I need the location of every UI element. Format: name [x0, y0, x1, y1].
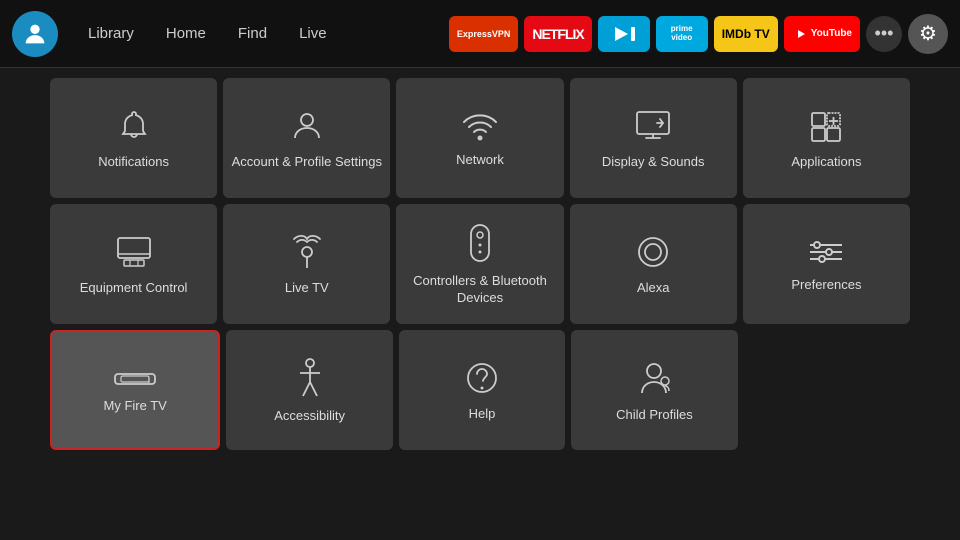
topbar: Library Home Find Live ExpressVPN NETFLI…	[0, 0, 960, 68]
bell-icon	[116, 108, 152, 144]
grid-cell-accessibility[interactable]: Accessibility	[226, 330, 392, 450]
display-sounds-label: Display & Sounds	[602, 154, 705, 171]
avatar[interactable]	[12, 11, 58, 57]
app-imdb[interactable]: IMDb TV	[714, 16, 778, 52]
help-label: Help	[469, 406, 496, 423]
grid-row-3: My Fire TV Accessibility	[50, 330, 910, 450]
nav-find[interactable]: Find	[224, 19, 281, 48]
accessibility-label: Accessibility	[274, 408, 345, 425]
account-profile-label: Account & Profile Settings	[232, 154, 382, 171]
nav-home[interactable]: Home	[152, 19, 220, 48]
firestick-icon	[113, 368, 157, 388]
app-icons: ExpressVPN NETFLIX primevideo IMDb TV Yo…	[449, 14, 948, 54]
grid-cell-help[interactable]: Help	[399, 330, 565, 450]
accessibility-icon	[295, 358, 325, 398]
live-tv-label: Live TV	[285, 280, 329, 297]
grid-cell-network[interactable]: Network	[396, 78, 563, 198]
network-label: Network	[456, 152, 504, 169]
grid-cell-my-fire-tv[interactable]: My Fire TV	[50, 330, 220, 450]
nav-links: Library Home Find Live	[74, 19, 341, 48]
child-profiles-label: Child Profiles	[616, 407, 693, 424]
grid-cell-empty	[744, 330, 910, 450]
more-button[interactable]: •••	[866, 16, 902, 52]
alexa-icon	[635, 234, 671, 270]
remote-icon	[468, 223, 492, 263]
equipment-control-label: Equipment Control	[80, 280, 188, 297]
antenna-icon	[289, 234, 325, 270]
app-prime[interactable]: primevideo	[656, 16, 708, 52]
grid-cell-live-tv[interactable]: Live TV	[223, 204, 390, 324]
applications-label: Applications	[791, 154, 861, 171]
monitor-icon	[114, 234, 154, 270]
grid-row-2: Equipment Control Live TV	[50, 204, 910, 324]
grid-cell-alexa[interactable]: Alexa	[570, 204, 737, 324]
preferences-label: Preferences	[791, 277, 861, 294]
notifications-label: Notifications	[98, 154, 169, 171]
grid-cell-equipment-control[interactable]: Equipment Control	[50, 204, 217, 324]
app-freevee[interactable]	[598, 16, 650, 52]
apps-icon	[806, 108, 846, 144]
person-icon	[289, 108, 325, 144]
grid-cell-preferences[interactable]: Preferences	[743, 204, 910, 324]
app-netflix[interactable]: NETFLIX	[524, 16, 591, 52]
nav-library[interactable]: Library	[74, 19, 148, 48]
settings-grid: Notifications Account & Profile Settings	[0, 68, 960, 540]
app-expressvpn[interactable]: ExpressVPN	[449, 16, 519, 52]
controllers-bluetooth-label: Controllers & Bluetooth Devices	[404, 273, 555, 307]
display-icon	[633, 108, 673, 144]
sliders-icon	[806, 237, 846, 267]
grid-cell-display-sounds[interactable]: Display & Sounds	[570, 78, 737, 198]
grid-cell-account-profile[interactable]: Account & Profile Settings	[223, 78, 390, 198]
grid-cell-controllers-bluetooth[interactable]: Controllers & Bluetooth Devices	[396, 204, 563, 324]
child-profiles-icon	[635, 359, 673, 397]
help-icon	[464, 360, 500, 396]
my-fire-tv-label: My Fire TV	[104, 398, 167, 415]
grid-cell-notifications[interactable]: Notifications	[50, 78, 217, 198]
wifi-icon	[460, 110, 500, 142]
alexa-label: Alexa	[637, 280, 670, 297]
grid-row-1: Notifications Account & Profile Settings	[50, 78, 910, 198]
grid-cell-applications[interactable]: Applications	[743, 78, 910, 198]
nav-live[interactable]: Live	[285, 19, 341, 48]
grid-cell-child-profiles[interactable]: Child Profiles	[571, 330, 737, 450]
settings-button[interactable]: ⚙	[908, 14, 948, 54]
app-youtube[interactable]: YouTube	[784, 16, 860, 52]
